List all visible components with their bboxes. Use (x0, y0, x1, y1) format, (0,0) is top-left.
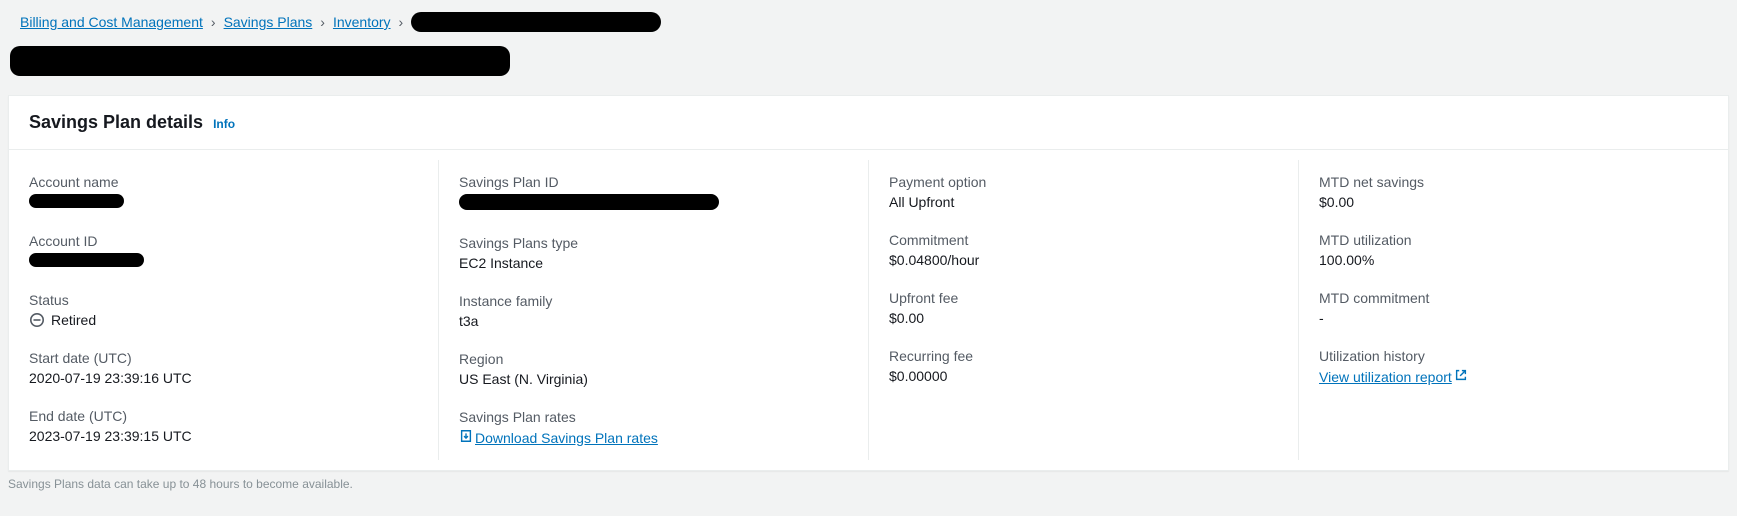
field-upfront-fee: Upfront fee $0.00 (889, 290, 1278, 326)
page-title-redacted (10, 46, 510, 76)
field-sp-id: Savings Plan ID (459, 174, 848, 213)
external-link-icon (1454, 368, 1468, 385)
field-status: Status Retired (29, 292, 418, 328)
sp-type-label: Savings Plans type (459, 235, 848, 251)
sp-id-value-redacted (459, 194, 719, 210)
account-name-value-redacted (29, 194, 124, 208)
field-mtd-net-savings: MTD net savings $0.00 (1319, 174, 1708, 210)
savings-plan-details-panel: Savings Plan details Info Account name A… (8, 95, 1729, 471)
view-utilization-report-link[interactable]: View utilization report (1319, 368, 1468, 385)
field-payment-option: Payment option All Upfront (889, 174, 1278, 210)
chevron-right-icon: › (320, 14, 325, 30)
sp-id-label: Savings Plan ID (459, 174, 848, 190)
chevron-right-icon: › (399, 14, 404, 30)
field-sp-type: Savings Plans type EC2 Instance (459, 235, 848, 271)
utilization-history-label: Utilization history (1319, 348, 1708, 364)
details-col-3: Payment option All Upfront Commitment $0… (868, 160, 1298, 460)
page-title-row (0, 40, 1737, 95)
field-region: Region US East (N. Virginia) (459, 351, 848, 387)
end-date-label: End date (UTC) (29, 408, 418, 424)
mtd-commitment-label: MTD commitment (1319, 290, 1708, 306)
instance-family-value: t3a (459, 313, 848, 329)
field-account-id: Account ID (29, 233, 418, 270)
account-name-label: Account name (29, 174, 418, 190)
payment-option-value: All Upfront (889, 194, 1278, 210)
status-value: Retired (51, 312, 96, 328)
field-mtd-utilization: MTD utilization 100.00% (1319, 232, 1708, 268)
field-instance-family: Instance family t3a (459, 293, 848, 329)
recurring-fee-label: Recurring fee (889, 348, 1278, 364)
start-date-label: Start date (UTC) (29, 350, 418, 366)
details-col-2: Savings Plan ID Savings Plans type EC2 I… (438, 160, 868, 460)
mtd-net-savings-value: $0.00 (1319, 194, 1708, 210)
download-sp-rates-text: Download Savings Plan rates (475, 430, 658, 446)
chevron-right-icon: › (211, 14, 216, 30)
field-utilization-history: Utilization history View utilization rep… (1319, 348, 1708, 385)
sp-rates-label: Savings Plan rates (459, 409, 848, 425)
commitment-label: Commitment (889, 232, 1278, 248)
mtd-net-savings-label: MTD net savings (1319, 174, 1708, 190)
breadcrumb-current-redacted (411, 12, 661, 32)
region-value: US East (N. Virginia) (459, 371, 848, 387)
status-label: Status (29, 292, 418, 308)
details-grid: Account name Account ID Status Retired (9, 150, 1728, 470)
mtd-utilization-label: MTD utilization (1319, 232, 1708, 248)
payment-option-label: Payment option (889, 174, 1278, 190)
end-date-value: 2023-07-19 23:39:15 UTC (29, 428, 418, 444)
download-sp-rates-link[interactable]: Download Savings Plan rates (459, 429, 658, 446)
mtd-commitment-value: - (1319, 310, 1708, 326)
sp-type-value: EC2 Instance (459, 255, 848, 271)
breadcrumb-link-inventory[interactable]: Inventory (333, 14, 391, 30)
details-col-1: Account name Account ID Status Retired (9, 160, 438, 460)
region-label: Region (459, 351, 848, 367)
download-icon (459, 429, 473, 446)
info-link[interactable]: Info (213, 117, 235, 131)
commitment-value: $0.04800/hour (889, 252, 1278, 268)
panel-title: Savings Plan details (29, 112, 203, 133)
recurring-fee-value: $0.00000 (889, 368, 1278, 384)
panel-header: Savings Plan details Info (9, 96, 1728, 150)
footer-note: Savings Plans data can take up to 48 hou… (0, 475, 1737, 499)
instance-family-label: Instance family (459, 293, 848, 309)
view-utilization-report-text: View utilization report (1319, 369, 1452, 385)
field-recurring-fee: Recurring fee $0.00000 (889, 348, 1278, 384)
upfront-fee-value: $0.00 (889, 310, 1278, 326)
field-sp-rates: Savings Plan rates Download Savings Plan… (459, 409, 848, 446)
account-id-label: Account ID (29, 233, 418, 249)
details-col-4: MTD net savings $0.00 MTD utilization 10… (1298, 160, 1728, 460)
breadcrumb: Billing and Cost Management › Savings Pl… (0, 0, 1737, 40)
start-date-value: 2020-07-19 23:39:16 UTC (29, 370, 418, 386)
mtd-utilization-value: 100.00% (1319, 252, 1708, 268)
breadcrumb-link-savings-plans[interactable]: Savings Plans (224, 14, 313, 30)
field-account-name: Account name (29, 174, 418, 211)
field-mtd-commitment: MTD commitment - (1319, 290, 1708, 326)
breadcrumb-link-billing[interactable]: Billing and Cost Management (20, 14, 203, 30)
field-start-date: Start date (UTC) 2020-07-19 23:39:16 UTC (29, 350, 418, 386)
account-id-value-redacted (29, 253, 144, 267)
field-end-date: End date (UTC) 2023-07-19 23:39:15 UTC (29, 408, 418, 444)
upfront-fee-label: Upfront fee (889, 290, 1278, 306)
field-commitment: Commitment $0.04800/hour (889, 232, 1278, 268)
stopped-icon (29, 312, 45, 328)
